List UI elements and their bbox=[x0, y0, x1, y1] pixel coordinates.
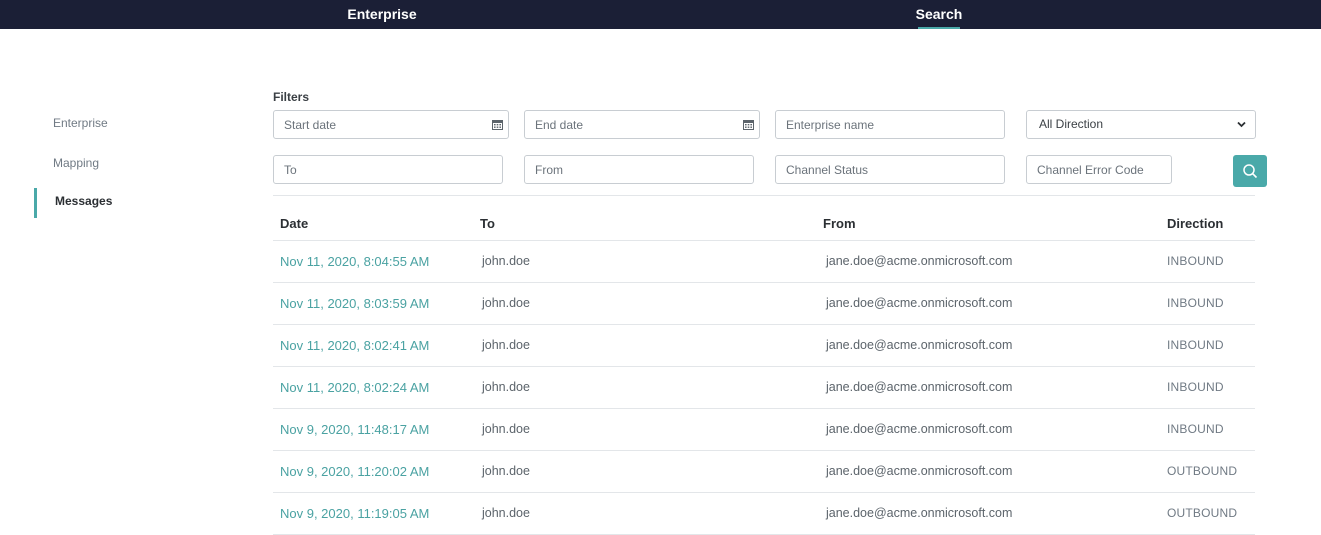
cell-date[interactable]: Nov 9, 2020, 11:19:05 AM bbox=[280, 506, 429, 521]
column-header-to[interactable]: To bbox=[480, 216, 495, 231]
top-nav: Enterprise Search bbox=[0, 0, 1321, 29]
end-date-calendar-button[interactable] bbox=[737, 111, 759, 138]
chevron-down-icon bbox=[1237, 121, 1246, 128]
channel-status-field bbox=[775, 155, 1005, 184]
cell-direction: INBOUND bbox=[1167, 338, 1224, 352]
calendar-icon bbox=[742, 120, 754, 130]
direction-select-value: All Direction bbox=[1039, 117, 1104, 131]
cell-date[interactable]: Nov 11, 2020, 8:04:55 AM bbox=[280, 254, 429, 269]
cell-to: john.doe bbox=[482, 380, 530, 394]
active-tab-indicator bbox=[918, 27, 960, 29]
filters-divider bbox=[273, 195, 1255, 196]
cell-from: jane.doe@acme.onmicrosoft.com bbox=[826, 464, 1013, 478]
cell-from: jane.doe@acme.onmicrosoft.com bbox=[826, 506, 1013, 520]
channel-error-code-input[interactable] bbox=[1037, 156, 1171, 183]
calendar-icon bbox=[491, 120, 503, 130]
cell-to: john.doe bbox=[482, 296, 530, 310]
search-button[interactable] bbox=[1233, 155, 1267, 187]
to-input[interactable] bbox=[284, 156, 502, 183]
cell-date[interactable]: Nov 9, 2020, 11:48:17 AM bbox=[280, 422, 429, 437]
table-row[interactable]: Nov 9, 2020, 11:20:02 AM john.doe jane.d… bbox=[273, 451, 1255, 493]
column-header-from[interactable]: From bbox=[823, 216, 856, 231]
start-date-input[interactable] bbox=[284, 111, 508, 138]
column-header-direction[interactable]: Direction bbox=[1167, 216, 1223, 231]
cell-from: jane.doe@acme.onmicrosoft.com bbox=[826, 422, 1013, 436]
table-row[interactable]: Nov 9, 2020, 11:48:17 AM john.doe jane.d… bbox=[273, 409, 1255, 451]
tab-search[interactable]: Search bbox=[914, 0, 964, 29]
start-date-field bbox=[273, 110, 509, 139]
channel-status-input[interactable] bbox=[786, 156, 1004, 183]
cell-date[interactable]: Nov 11, 2020, 8:02:24 AM bbox=[280, 380, 429, 395]
cell-direction: OUTBOUND bbox=[1167, 506, 1238, 520]
cell-direction: INBOUND bbox=[1167, 254, 1224, 268]
table-row[interactable]: Nov 11, 2020, 8:03:59 AM john.doe jane.d… bbox=[273, 283, 1255, 325]
channel-error-code-field bbox=[1026, 155, 1172, 184]
cell-to: john.doe bbox=[482, 506, 530, 520]
sidebar-item-messages[interactable]: Messages bbox=[34, 188, 112, 218]
table-row[interactable]: Nov 9, 2020, 11:19:05 AM john.doe jane.d… bbox=[273, 493, 1255, 535]
cell-to: john.doe bbox=[482, 422, 530, 436]
enterprise-name-input[interactable] bbox=[786, 111, 1004, 138]
cell-direction: INBOUND bbox=[1167, 296, 1224, 310]
tab-enterprise[interactable]: Enterprise bbox=[340, 0, 424, 29]
end-date-input[interactable] bbox=[535, 111, 759, 138]
cell-to: john.doe bbox=[482, 254, 530, 268]
cell-date[interactable]: Nov 9, 2020, 11:20:02 AM bbox=[280, 464, 429, 479]
filters-label: Filters bbox=[273, 90, 310, 104]
cell-to: john.doe bbox=[482, 464, 530, 478]
end-date-field bbox=[524, 110, 760, 139]
direction-select[interactable]: All Direction bbox=[1026, 110, 1256, 139]
start-date-calendar-button[interactable] bbox=[486, 111, 508, 138]
cell-direction: OUTBOUND bbox=[1167, 464, 1238, 478]
cell-to: john.doe bbox=[482, 338, 530, 352]
table-row[interactable]: Nov 11, 2020, 8:02:41 AM john.doe jane.d… bbox=[273, 325, 1255, 367]
cell-date[interactable]: Nov 11, 2020, 8:03:59 AM bbox=[280, 296, 429, 311]
from-input[interactable] bbox=[535, 156, 753, 183]
cell-from: jane.doe@acme.onmicrosoft.com bbox=[826, 254, 1013, 268]
to-field bbox=[273, 155, 503, 184]
sidebar-item-enterprise[interactable]: Enterprise bbox=[34, 114, 108, 144]
cell-direction: INBOUND bbox=[1167, 422, 1224, 436]
tab-search-label: Search bbox=[915, 6, 963, 22]
cell-date[interactable]: Nov 11, 2020, 8:02:41 AM bbox=[280, 338, 429, 353]
cell-from: jane.doe@acme.onmicrosoft.com bbox=[826, 296, 1013, 310]
table-row[interactable]: Nov 11, 2020, 8:02:24 AM john.doe jane.d… bbox=[273, 367, 1255, 409]
search-icon bbox=[1243, 164, 1258, 179]
column-header-date[interactable]: Date bbox=[280, 216, 308, 231]
cell-direction: INBOUND bbox=[1167, 380, 1224, 394]
from-field bbox=[524, 155, 754, 184]
sidebar-item-mapping[interactable]: Mapping bbox=[34, 154, 99, 184]
enterprise-name-field bbox=[775, 110, 1005, 139]
cell-from: jane.doe@acme.onmicrosoft.com bbox=[826, 338, 1013, 352]
table-row[interactable]: Nov 11, 2020, 8:04:55 AM john.doe jane.d… bbox=[273, 241, 1255, 283]
cell-from: jane.doe@acme.onmicrosoft.com bbox=[826, 380, 1013, 394]
